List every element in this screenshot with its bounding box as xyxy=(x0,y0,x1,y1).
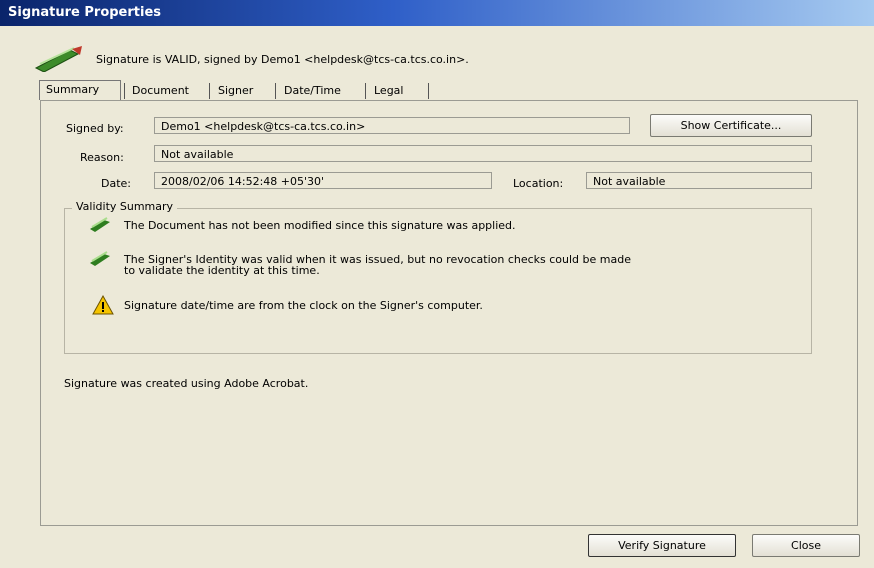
tab-datetime[interactable]: Date/Time xyxy=(280,82,345,100)
tab-separator xyxy=(209,83,210,99)
tab-document[interactable]: Document xyxy=(128,82,193,100)
tab-separator xyxy=(428,83,429,99)
validity-summary-title: Validity Summary xyxy=(72,200,178,213)
tab-separator xyxy=(124,83,125,99)
tab-summary-label: Summary xyxy=(46,83,100,96)
title-bar[interactable]: Signature Properties xyxy=(0,0,874,26)
tab-summary[interactable]: Summary xyxy=(39,80,121,100)
close-button[interactable]: Close xyxy=(752,534,860,557)
validity-item-1-text: The Document has not been modified since… xyxy=(124,219,516,232)
reason-field: Not available xyxy=(154,145,812,162)
green-check-pen-icon xyxy=(88,250,112,266)
warning-triangle-icon xyxy=(92,294,114,315)
reason-label: Reason: xyxy=(80,151,124,164)
tab-legal[interactable]: Legal xyxy=(370,82,407,100)
signature-status-text: Signature is VALID, signed by Demo1 <hel… xyxy=(96,53,469,66)
footer-note: Signature was created using Adobe Acroba… xyxy=(64,377,309,390)
location-label: Location: xyxy=(513,177,564,190)
validity-item-3-text: Signature date/time are from the clock o… xyxy=(124,299,483,312)
validity-item-2-line2: to validate the identity at this time. xyxy=(124,264,320,277)
signed-by-field: Demo1 <helpdesk@tcs-ca.tcs.co.in> xyxy=(154,117,630,134)
date-field: 2008/02/06 14:52:48 +05'30' xyxy=(154,172,492,189)
signed-by-label: Signed by: xyxy=(66,122,124,135)
tab-separator xyxy=(275,83,276,99)
tab-signer[interactable]: Signer xyxy=(214,82,257,100)
verify-signature-button[interactable]: Verify Signature xyxy=(588,534,736,557)
date-label: Date: xyxy=(101,177,131,190)
pen-signature-icon xyxy=(34,46,84,73)
window-title: Signature Properties xyxy=(8,5,162,20)
location-field: Not available xyxy=(586,172,812,189)
tab-separator xyxy=(365,83,366,99)
green-check-pen-icon xyxy=(88,216,112,232)
show-certificate-button[interactable]: Show Certificate... xyxy=(650,114,812,137)
